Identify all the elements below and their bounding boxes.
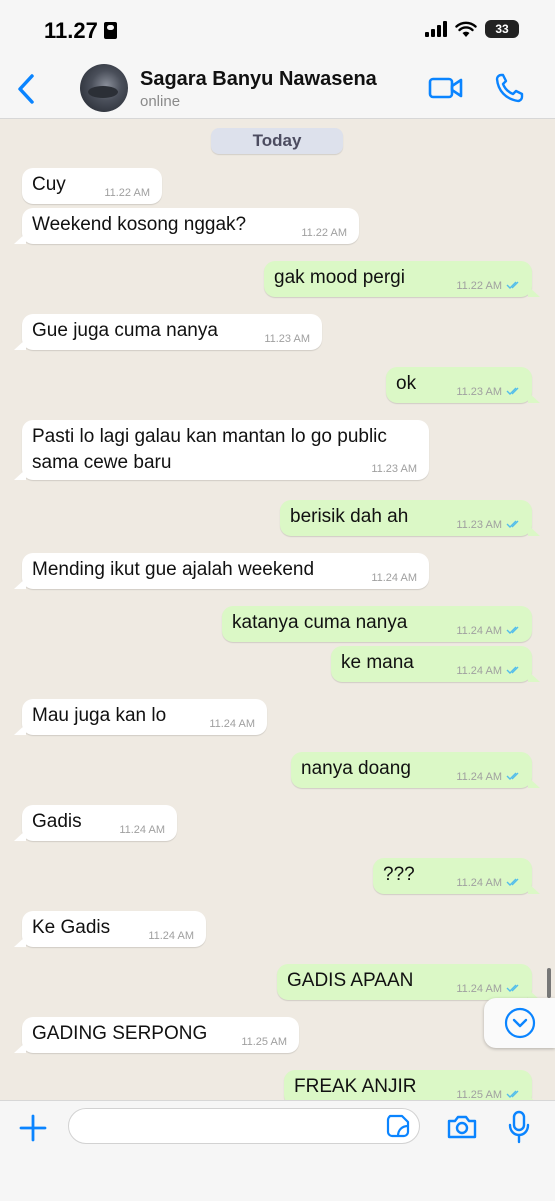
microphone-icon[interactable] — [508, 1110, 530, 1144]
message-text: Cuy — [32, 174, 66, 195]
scroll-to-bottom-button[interactable] — [484, 998, 555, 1048]
date-separator: Today — [211, 128, 343, 154]
double-check-icon — [506, 281, 519, 289]
avatar[interactable] — [80, 64, 128, 112]
contact-card-icon — [103, 22, 117, 39]
message-text: Mau juga kan lo — [32, 705, 167, 726]
message-time: 11.23 AM — [456, 519, 502, 531]
message-text: berisik dah ah — [290, 506, 409, 527]
message-text: katanya cuma nanya — [232, 612, 408, 633]
plus-icon[interactable] — [19, 1114, 47, 1142]
chevron-down-circle-icon — [504, 1007, 536, 1039]
message-input[interactable] — [68, 1108, 420, 1144]
contact-name[interactable]: Sagara Banyu Nawasena — [140, 68, 377, 91]
outgoing-message[interactable]: ??? 11.24 AM — [373, 858, 540, 894]
outgoing-message[interactable]: berisik dah ah 11.23 AM — [280, 500, 540, 536]
cellular-signal-icon — [425, 21, 447, 37]
message-text: ??? — [383, 864, 415, 885]
message-time: 11.22 AM — [104, 187, 150, 199]
message-time: 11.23 AM — [371, 463, 417, 475]
message-text: GADIS APAAN — [287, 970, 414, 991]
message-time: 11.24 AM — [371, 572, 417, 584]
message-text: Weekend kosong nggak? — [32, 214, 247, 235]
incoming-message[interactable]: Ke Gadis 11.24 AM — [14, 911, 206, 947]
outgoing-message[interactable]: ok 11.23 AM — [386, 367, 540, 403]
double-check-icon — [506, 666, 519, 674]
scrollbar[interactable] — [547, 968, 551, 998]
message-time: 11.24 AM — [456, 665, 502, 677]
wifi-icon — [455, 21, 477, 37]
message-time: 11.24 AM — [456, 625, 502, 637]
message-text: Mending ikut gue ajalah weekend — [32, 559, 315, 580]
incoming-message[interactable]: Pasti lo lagi galau kan mantan lo go pub… — [14, 420, 429, 480]
contact-status: online — [140, 93, 181, 110]
message-text: Gadis — [32, 811, 82, 832]
incoming-message[interactable]: Cuy 11.22 AM — [22, 168, 162, 204]
incoming-message[interactable]: Gue juga cuma nanya 11.23 AM — [14, 314, 322, 350]
message-time: 11.24 AM — [119, 824, 165, 836]
message-text: ok — [396, 373, 417, 394]
message-time: 11.23 AM — [264, 333, 310, 345]
incoming-message[interactable]: Weekend kosong nggak? 11.22 AM — [14, 208, 359, 244]
outgoing-message[interactable]: gak mood pergi 11.22 AM — [264, 261, 540, 297]
incoming-message[interactable]: Gadis 11.24 AM — [14, 805, 177, 841]
message-text: Gue juga cuma nanya — [32, 320, 218, 341]
incoming-message[interactable]: GADING SERPONG 11.25 AM — [14, 1017, 299, 1053]
message-time: 11.23 AM — [456, 386, 502, 398]
message-text: GADING SERPONG — [32, 1023, 208, 1044]
outgoing-message[interactable]: ke mana 11.24 AM — [331, 646, 540, 682]
double-check-icon — [506, 387, 519, 395]
status-indicators: 33 — [425, 20, 519, 38]
message-time: 11.25 AM — [241, 1036, 287, 1048]
double-check-icon — [506, 984, 519, 992]
message-text: FREAK ANJIR — [294, 1076, 417, 1097]
double-check-icon — [506, 520, 519, 528]
message-time: 11.24 AM — [456, 983, 502, 995]
message-text: nanya doang — [301, 758, 411, 779]
chat-header: 11.27 33 Sagara Banyu Nawasena online — [0, 0, 555, 119]
message-text: gak mood pergi — [274, 267, 405, 288]
message-text: Ke Gadis — [32, 917, 111, 938]
incoming-message[interactable]: Mending ikut gue ajalah weekend 11.24 AM — [14, 553, 429, 589]
camera-icon[interactable] — [446, 1114, 478, 1140]
battery-indicator: 33 — [485, 20, 519, 38]
message-time: 11.24 AM — [456, 877, 502, 889]
phone-icon[interactable] — [494, 72, 524, 104]
message-time: 11.22 AM — [456, 280, 502, 292]
incoming-message[interactable]: Mau juga kan lo 11.24 AM — [14, 699, 267, 735]
double-check-icon — [506, 1090, 519, 1098]
message-text: Pasti lo lagi galau kan mantan lo go pub… — [32, 426, 387, 473]
message-time: 11.24 AM — [456, 771, 502, 783]
double-check-icon — [506, 772, 519, 780]
message-time: 11.24 AM — [209, 718, 255, 730]
outgoing-message[interactable]: katanya cuma nanya 11.24 AM — [222, 606, 532, 642]
status-time: 11.27 — [44, 18, 117, 44]
back-chevron-icon[interactable] — [14, 72, 40, 106]
sticker-icon[interactable] — [386, 1114, 410, 1138]
video-call-icon[interactable] — [428, 74, 464, 102]
message-time: 11.22 AM — [301, 227, 347, 239]
outgoing-message[interactable]: GADIS APAAN 11.24 AM — [277, 964, 540, 1000]
outgoing-message[interactable]: nanya doang 11.24 AM — [291, 752, 540, 788]
double-check-icon — [506, 878, 519, 886]
message-text: ke mana — [341, 652, 414, 673]
double-check-icon — [506, 626, 519, 634]
message-time: 11.24 AM — [148, 930, 194, 942]
